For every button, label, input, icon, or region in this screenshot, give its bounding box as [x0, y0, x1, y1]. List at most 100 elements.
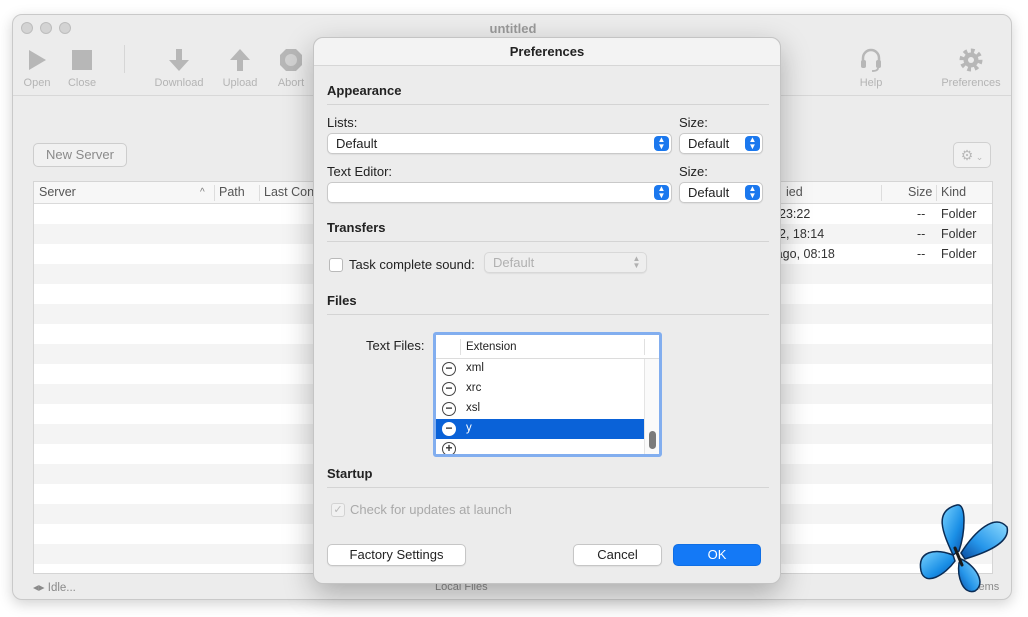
- table-row[interactable]: [34, 304, 322, 324]
- help-button[interactable]: Help: [841, 45, 901, 89]
- extension-text: xsl: [466, 402, 481, 414]
- column-server[interactable]: Server: [39, 185, 76, 199]
- column-last-connected[interactable]: Last Con: [264, 185, 314, 199]
- close-button[interactable]: Close: [52, 45, 112, 89]
- remove-icon[interactable]: −: [442, 382, 456, 396]
- table-row[interactable]: [34, 204, 322, 224]
- list-item-selected[interactable]: − y: [436, 419, 644, 439]
- files-section-title: Files: [327, 293, 357, 308]
- factory-settings-button[interactable]: Factory Settings: [327, 544, 466, 566]
- modified-cell: 23:22: [779, 207, 811, 221]
- table-row[interactable]: [34, 404, 322, 424]
- abort-button[interactable]: Abort: [261, 45, 321, 89]
- column-modified[interactable]: ied: [786, 185, 803, 199]
- upload-arrow-icon: [230, 49, 250, 71]
- sound-popup[interactable]: Default ▲ ▼: [484, 252, 647, 273]
- remove-icon[interactable]: −: [442, 402, 456, 416]
- gear-icon: [959, 48, 983, 72]
- table-row[interactable]: [34, 344, 322, 364]
- status-idle-text: Idle...: [47, 582, 76, 594]
- text-editor-size-label: Size:: [679, 164, 708, 179]
- column-extension[interactable]: Extension: [466, 341, 517, 353]
- updown-arrows-icon: ▲ ▼: [745, 185, 760, 200]
- extension-text: xrc: [466, 382, 482, 394]
- table-row[interactable]: [34, 284, 322, 304]
- list-item[interactable]: − xml: [436, 359, 644, 379]
- preferences-button[interactable]: Preferences: [935, 45, 1007, 89]
- table-row[interactable]: [34, 224, 322, 244]
- scrollbar-thumb[interactable]: [649, 431, 656, 449]
- extension-text: xml: [466, 362, 484, 374]
- new-server-button[interactable]: New Server: [33, 143, 127, 167]
- abort-octagon-icon: [280, 49, 302, 71]
- table-row[interactable]: [34, 364, 322, 384]
- ok-button[interactable]: OK: [673, 544, 761, 566]
- text-editor-size-popup[interactable]: Default ▲ ▼: [679, 182, 763, 203]
- list-item[interactable]: − xsl: [436, 399, 644, 419]
- download-button[interactable]: Download: [149, 45, 209, 89]
- startup-section-title: Startup: [327, 466, 373, 481]
- kind-cell: Folder: [941, 247, 977, 261]
- download-arrow-icon: [169, 49, 189, 71]
- sort-ascending-icon: ^: [200, 187, 205, 198]
- table-row[interactable]: [34, 564, 322, 573]
- action-menu-button[interactable]: ⚙ ⌄: [953, 142, 991, 168]
- text-editor-size-value: Default: [688, 185, 730, 200]
- column-kind[interactable]: Kind: [941, 185, 966, 199]
- remove-icon[interactable]: −: [442, 422, 456, 436]
- preferences-dialog: Preferences Appearance Lists: Default ▲ ▼…: [313, 37, 781, 584]
- add-icon[interactable]: +: [442, 442, 456, 454]
- close-label: Close: [67, 77, 97, 89]
- extensions-table-header: Extension: [436, 335, 659, 359]
- task-complete-label: Task complete sound:: [349, 257, 475, 272]
- table-row[interactable]: [34, 544, 322, 564]
- cancel-button[interactable]: Cancel: [573, 544, 662, 566]
- size-cell: --: [917, 247, 926, 261]
- download-label: Download: [154, 77, 204, 89]
- preferences-label: Preferences: [941, 77, 1001, 89]
- column-separator: [460, 339, 461, 355]
- appearance-section-title: Appearance: [327, 83, 402, 98]
- transfers-section-title: Transfers: [327, 220, 386, 235]
- section-divider: [327, 314, 769, 315]
- updown-arrows-icon: ▲ ▼: [632, 254, 641, 270]
- lists-size-popup[interactable]: Default ▲ ▼: [679, 133, 763, 154]
- extensions-table[interactable]: Extension − xml − xrc − xsl − y +: [433, 332, 662, 457]
- column-separator: [881, 185, 882, 201]
- toolbar-separator: [124, 45, 125, 73]
- table-row[interactable]: [34, 444, 322, 464]
- abort-label: Abort: [277, 77, 305, 89]
- check-updates-checkbox[interactable]: ✓: [331, 503, 345, 517]
- column-size[interactable]: Size: [908, 185, 932, 199]
- butterfly-logo: [919, 504, 1009, 593]
- server-table-header: Server ^ Path Last Con: [34, 182, 322, 204]
- extensions-scrollbar[interactable]: [644, 359, 659, 454]
- size-cell: --: [917, 207, 926, 221]
- window-title: untitled: [489, 21, 537, 36]
- text-editor-label: Text Editor:: [327, 164, 393, 179]
- server-table[interactable]: Server ^ Path Last Con: [33, 181, 323, 574]
- table-row[interactable]: [34, 384, 322, 404]
- column-separator: [259, 185, 260, 201]
- column-path[interactable]: Path: [219, 185, 245, 199]
- table-row[interactable]: [34, 264, 322, 284]
- text-editor-popup[interactable]: ▲ ▼: [327, 182, 672, 203]
- table-row[interactable]: [34, 524, 322, 544]
- table-row[interactable]: [34, 504, 322, 524]
- lists-popup[interactable]: Default ▲ ▼: [327, 133, 672, 154]
- column-separator: [214, 185, 215, 201]
- table-row[interactable]: [34, 244, 322, 264]
- remove-icon[interactable]: −: [442, 362, 456, 376]
- kind-cell: Folder: [941, 207, 977, 221]
- table-row[interactable]: [34, 324, 322, 344]
- list-item[interactable]: − xrc: [436, 379, 644, 399]
- task-complete-checkbox[interactable]: [329, 258, 343, 272]
- table-row[interactable]: [34, 484, 322, 504]
- table-row[interactable]: [34, 464, 322, 484]
- column-separator: [936, 185, 937, 201]
- play-icon: [29, 50, 46, 70]
- table-row[interactable]: [34, 424, 322, 444]
- add-row[interactable]: +: [436, 439, 644, 454]
- updown-arrows-icon: ▲ ▼: [654, 185, 669, 200]
- check-updates-label: Check for updates at launch: [350, 502, 512, 517]
